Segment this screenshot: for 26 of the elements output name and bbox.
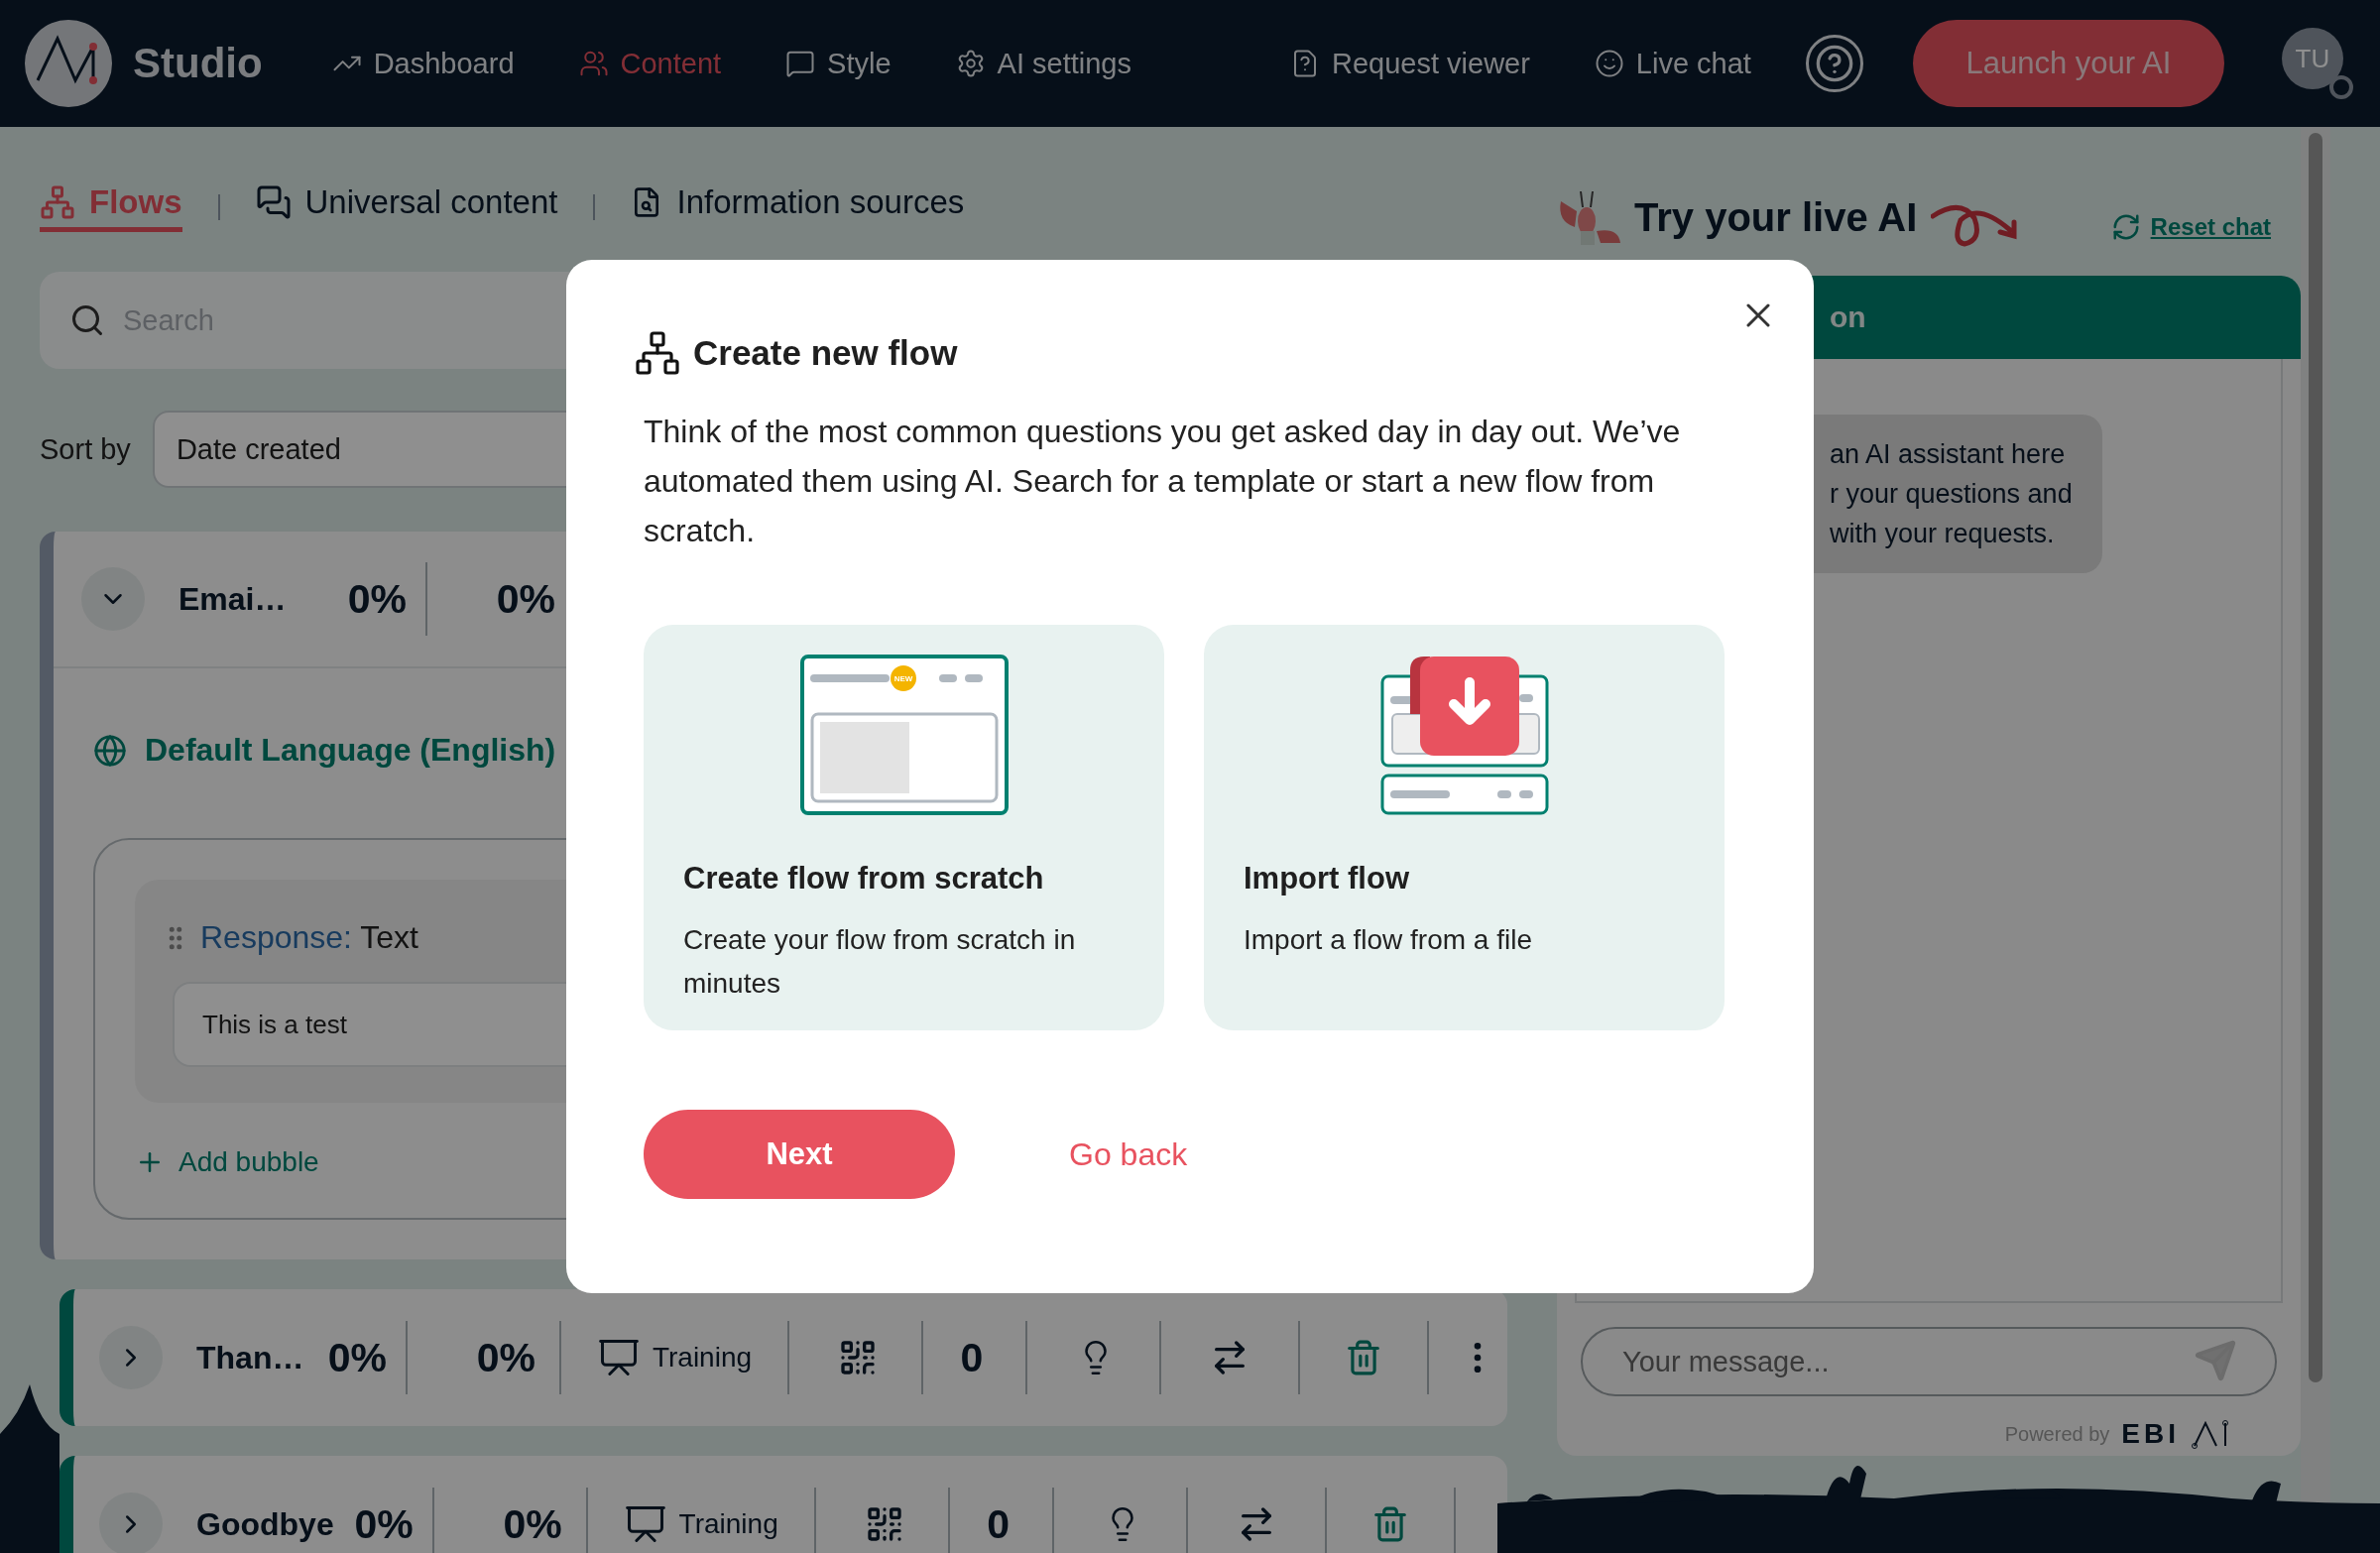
option-description: Import a flow from a file [1244,923,1533,957]
training-label: Training [652,1342,753,1374]
logo-text: EBI [2121,1418,2180,1450]
flow-count: 0 [960,1334,984,1381]
flow-name: Goodbye [196,1505,334,1543]
flow-name: Emai… [178,580,288,618]
brand-name: Studio [133,40,263,87]
option-description: Create your flow from scratch in minutes [683,923,1077,1001]
flow-stat: 0% [346,575,407,623]
dialog-description: Think of the most common questions you get asked day in day out. We’ve automated them using AI. Search for a template or start a new flow from scratch. [644,413,1682,550]
new-badge: NEW [890,665,916,691]
flow-name: Than… [196,1339,305,1376]
try-live-ai-heading: Try your live AI [1634,194,1918,240]
language-heading: Default Language (English) [145,732,556,769]
flow-stat: 0% [326,1334,387,1381]
flow-stat: 0% [475,1334,536,1381]
flow-stat: 0% [495,575,555,623]
sort-label: Sort by [40,432,131,466]
flow-stat: 0% [353,1500,414,1548]
training-label: Training [678,1508,778,1540]
response-label: Response: Text [200,919,418,956]
dialog-title: Create new flow [693,333,958,373]
flow-count: 0 [987,1500,1011,1548]
flow-stat: 0% [502,1500,562,1548]
option-title: Import flow [1244,861,1411,896]
option-title: Create flow from scratch [683,861,1045,896]
